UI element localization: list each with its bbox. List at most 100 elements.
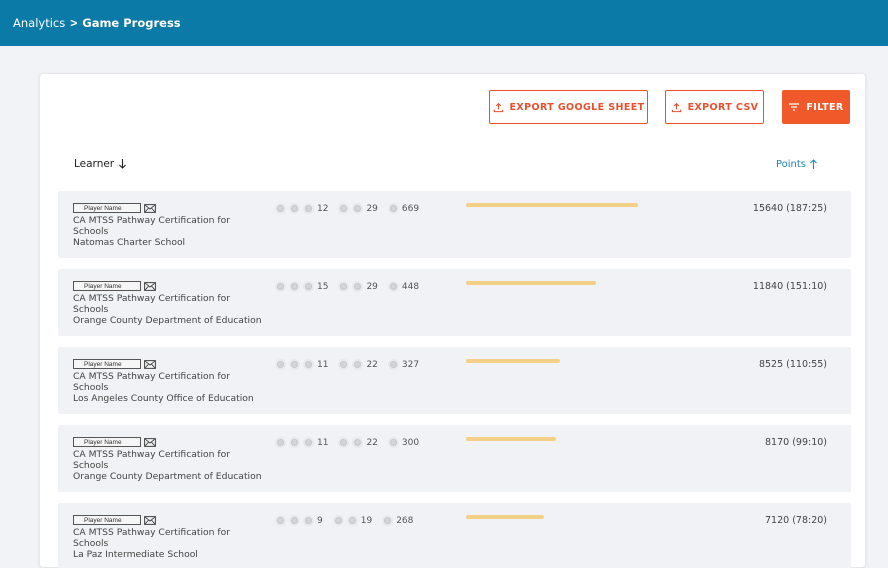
badge-icon: [303, 437, 314, 448]
export-csv-button[interactable]: EXPORT CSV: [665, 90, 764, 124]
email-icon[interactable]: [144, 359, 156, 369]
badge-icon: [352, 437, 364, 448]
badge-icon: [382, 515, 394, 526]
upload-icon: [493, 102, 503, 112]
filter-button[interactable]: FILTER: [782, 90, 850, 124]
player-name[interactable]: Player Name: [73, 281, 141, 291]
player-name[interactable]: Player Name: [73, 515, 141, 525]
points-column-header[interactable]: Points: [776, 158, 818, 170]
badge-icon: [289, 203, 300, 214]
player-name[interactable]: Player Name: [73, 203, 141, 213]
badge-icon: [289, 437, 300, 448]
stat-value-2: 29: [366, 203, 378, 214]
points-value: 8525 (110:55): [758, 359, 827, 370]
table-row[interactable]: Player Name CA MTSS Pathway Certificatio…: [58, 347, 851, 414]
badge-icon: [387, 203, 399, 214]
course-name: CA MTSS Pathway Certification for School…: [73, 293, 231, 315]
badge-icon: [332, 515, 344, 526]
player-name-cell: Player Name: [73, 437, 156, 447]
badge-icon: [352, 203, 364, 214]
badge-icon: [303, 203, 314, 214]
badge-icon: [338, 359, 350, 370]
learner-info: CA MTSS Pathway Certification for School…: [73, 527, 263, 560]
badge-icon: [387, 281, 399, 292]
learner-info: CA MTSS Pathway Certification for School…: [73, 215, 263, 248]
badge-icon: [275, 437, 286, 448]
badge-icon: [346, 515, 358, 526]
email-icon[interactable]: [144, 203, 156, 213]
progress-bar: [466, 281, 596, 285]
course-name: CA MTSS Pathway Certification for School…: [73, 371, 231, 393]
points-value: 7120 (78:20): [765, 515, 827, 526]
table-row[interactable]: Player Name CA MTSS Pathway Certificatio…: [58, 503, 851, 568]
badge-icon: [289, 515, 300, 526]
organization-name: Orange County Department of Education: [73, 315, 262, 326]
stat-value-1: 11: [317, 437, 329, 448]
learner-column-header[interactable]: Learner: [74, 158, 127, 170]
breadcrumb-analytics[interactable]: Analytics: [13, 16, 65, 30]
row-stats: 11 22 327: [275, 359, 419, 370]
stat-value-3: 300: [401, 437, 420, 448]
stat-value-1: 9: [317, 515, 323, 526]
player-name[interactable]: Player Name: [73, 359, 141, 369]
progress-bar: [466, 203, 638, 207]
badge-icon: [303, 359, 314, 370]
export-csv-label: EXPORT CSV: [687, 101, 759, 113]
badge-icon: [387, 359, 399, 370]
badge-icon: [275, 515, 286, 526]
email-icon[interactable]: [144, 281, 156, 291]
breadcrumb-separator: >: [70, 16, 78, 30]
export-google-sheet-button[interactable]: EXPORT GOOGLE SHEET: [489, 90, 648, 124]
player-name-cell: Player Name: [73, 359, 156, 369]
badge-icon: [387, 437, 399, 448]
badge-icon: [303, 281, 314, 292]
table-row[interactable]: Player Name CA MTSS Pathway Certificatio…: [58, 425, 851, 492]
player-name-cell: Player Name: [73, 515, 156, 525]
stat-value-2: 22: [366, 359, 378, 370]
table-row[interactable]: Player Name CA MTSS Pathway Certificatio…: [58, 269, 851, 336]
badge-icon: [338, 281, 350, 292]
badge-icon: [338, 437, 350, 448]
player-name-cell: Player Name: [73, 281, 156, 291]
progress-bar: [466, 515, 544, 519]
stat-value-3: 327: [401, 359, 420, 370]
points-value: 15640 (187:25): [752, 203, 827, 214]
learner-info: CA MTSS Pathway Certification for School…: [73, 371, 263, 404]
badge-icon: [275, 281, 286, 292]
arrow-up-icon: [810, 159, 817, 169]
course-name: CA MTSS Pathway Certification for School…: [73, 527, 231, 549]
learner-header-label: Learner: [74, 158, 115, 170]
email-icon[interactable]: [144, 437, 156, 447]
top-bar: Analytics > Game Progress: [0, 0, 888, 46]
progress-bar: [466, 437, 556, 441]
email-icon[interactable]: [144, 515, 156, 525]
player-name[interactable]: Player Name: [73, 437, 141, 447]
organization-name: Los Angeles County Office of Education: [73, 393, 254, 404]
stat-value-2: 22: [366, 437, 378, 448]
organization-name: La Paz Intermediate School: [73, 549, 198, 560]
progress-bar: [466, 359, 560, 363]
page-title: Game Progress: [82, 16, 181, 30]
filter-label: FILTER: [806, 101, 844, 113]
badge-icon: [289, 281, 300, 292]
stat-value-2: 29: [366, 281, 378, 292]
row-stats: 12 29 669: [275, 203, 419, 214]
export-google-sheet-label: EXPORT GOOGLE SHEET: [509, 101, 645, 113]
stat-value-3: 268: [396, 515, 414, 526]
arrow-down-icon: [119, 159, 127, 169]
organization-name: Natomas Charter School: [73, 237, 186, 248]
row-stats: 11 22 300: [275, 437, 419, 448]
table-row[interactable]: Player Name CA MTSS Pathway Certificatio…: [58, 191, 851, 258]
badge-icon: [289, 359, 300, 370]
badge-icon: [303, 515, 314, 526]
points-value: 11840 (151:10): [752, 281, 827, 292]
progress-card: EXPORT GOOGLE SHEET EXPORT CSV FILTER Le…: [39, 73, 866, 568]
stat-value-1: 15: [317, 281, 329, 292]
badge-icon: [338, 203, 350, 214]
player-name-cell: Player Name: [73, 203, 156, 213]
row-stats: 15 29 448: [275, 281, 419, 292]
points-value: 8170 (99:10): [765, 437, 827, 448]
stat-value-1: 12: [317, 203, 329, 214]
row-stats: 9 19 268: [275, 515, 413, 526]
stat-value-3: 448: [401, 281, 420, 292]
